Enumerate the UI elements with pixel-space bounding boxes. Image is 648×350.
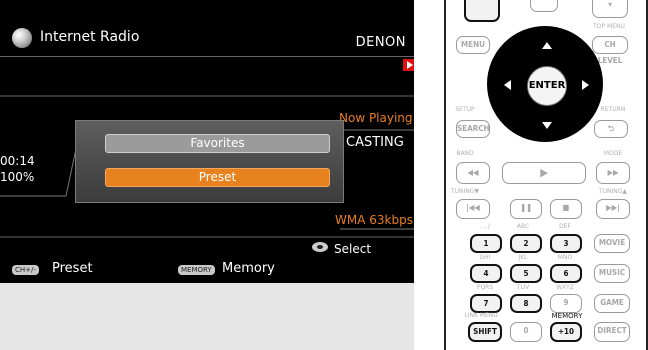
preset-hint: Preset (52, 261, 93, 276)
divider (414, 0, 444, 350)
preset-menu-popup: Favorites Preset (75, 120, 344, 203)
key-2-letters: ABC (516, 223, 530, 230)
plus10-button[interactable]: +10 (550, 322, 582, 342)
tv-screen: Internet Radio DENON Now Playing CASTING… (0, 0, 414, 283)
direct-button[interactable]: DIRECT (594, 322, 630, 342)
return-label: RETURN (600, 106, 626, 113)
key-6[interactable]: 6 (550, 264, 582, 283)
key-9[interactable]: 9 (550, 294, 582, 313)
fast-forward-button[interactable]: ▶▶ (596, 162, 630, 184)
buffer-percent: 100% (0, 170, 35, 184)
mute-button[interactable] (530, 0, 558, 12)
key-7-letters: PQRS (476, 284, 494, 291)
key-5-letters: JKL (518, 254, 528, 261)
shift-button[interactable]: SHIFT (468, 322, 502, 342)
key-5[interactable]: 5 (510, 264, 542, 283)
right-arrow-icon[interactable] (582, 80, 589, 90)
play-pause-button[interactable]: ▶ (502, 162, 586, 184)
preset-option[interactable]: Preset (105, 168, 330, 187)
tuning-down-label: TUNING▼ (450, 188, 480, 195)
game-button[interactable]: GAME (594, 294, 630, 313)
rewind-button[interactable]: ◀◀ (456, 162, 490, 184)
return-button[interactable]: ⮌ (594, 120, 628, 138)
memory-label: MEMORY (551, 312, 583, 320)
key-7[interactable]: 7 (470, 294, 502, 313)
now-playing-label: Now Playing (339, 111, 413, 125)
select-dial-icon (312, 242, 328, 252)
favorites-option[interactable]: Favorites (105, 134, 330, 153)
key-8-letters: TUV (516, 284, 530, 291)
menu-button[interactable]: MENU (456, 36, 490, 54)
key-3[interactable]: 3 (550, 234, 582, 253)
mode-label: MODE (603, 150, 623, 157)
key-9-letters: WXYZ (556, 284, 574, 291)
movie-button[interactable]: MOVIE (594, 234, 630, 253)
key-8[interactable]: 8 (510, 294, 542, 313)
key-0[interactable]: 0 (510, 322, 542, 342)
pause-button[interactable]: ❚❚ (510, 199, 542, 219)
skip-back-button[interactable]: |◀◀ (456, 199, 490, 219)
elapsed-time: 00:14 (0, 154, 35, 168)
select-hint: Select (334, 242, 372, 256)
search-button[interactable]: SEARCH (456, 120, 490, 138)
key-4-letters: GHI (479, 254, 491, 261)
ch-level-button[interactable]: CH LEVEL (592, 36, 628, 65)
key-1[interactable]: 1 (470, 234, 502, 253)
key-2[interactable]: 2 (510, 234, 542, 253)
band-label: BAND (456, 150, 474, 157)
enter-button[interactable]: ENTER (527, 66, 567, 106)
bitrate: WMA 63kbps (335, 213, 413, 227)
remote-control: ▾ TOP MENU MENU CH LEVEL ENTER SETUP RET… (444, 0, 648, 350)
down-arrow-icon[interactable] (542, 122, 552, 129)
memory-hint: Memory (222, 261, 275, 276)
top-menu-label: TOP MENU (593, 23, 625, 30)
setup-label: SETUP (455, 106, 475, 113)
left-arrow-icon[interactable] (504, 80, 511, 90)
stop-button[interactable]: ■ (550, 199, 582, 219)
station-text: CASTING (346, 135, 404, 150)
up-arrow-icon[interactable] (542, 42, 552, 49)
link-menu-label: LINK MENU (464, 312, 498, 319)
ch-button-badge: CH+/- (12, 265, 39, 275)
music-button[interactable]: MUSIC (594, 264, 630, 283)
key-3-letters: DEF (559, 223, 571, 230)
skip-forward-button[interactable]: ▶▶| (596, 199, 630, 219)
remote-left-edge (444, 0, 446, 350)
volume-down-button[interactable]: ▾ (592, 0, 628, 18)
key-6-letters: MNO (557, 254, 573, 261)
memory-button-badge: MEMORY (178, 265, 215, 275)
key-4[interactable]: 4 (470, 264, 502, 283)
tuning-up-label: TUNING▲ (598, 188, 628, 195)
power-button[interactable] (464, 0, 500, 22)
key-1-letters: . , / (480, 223, 490, 230)
